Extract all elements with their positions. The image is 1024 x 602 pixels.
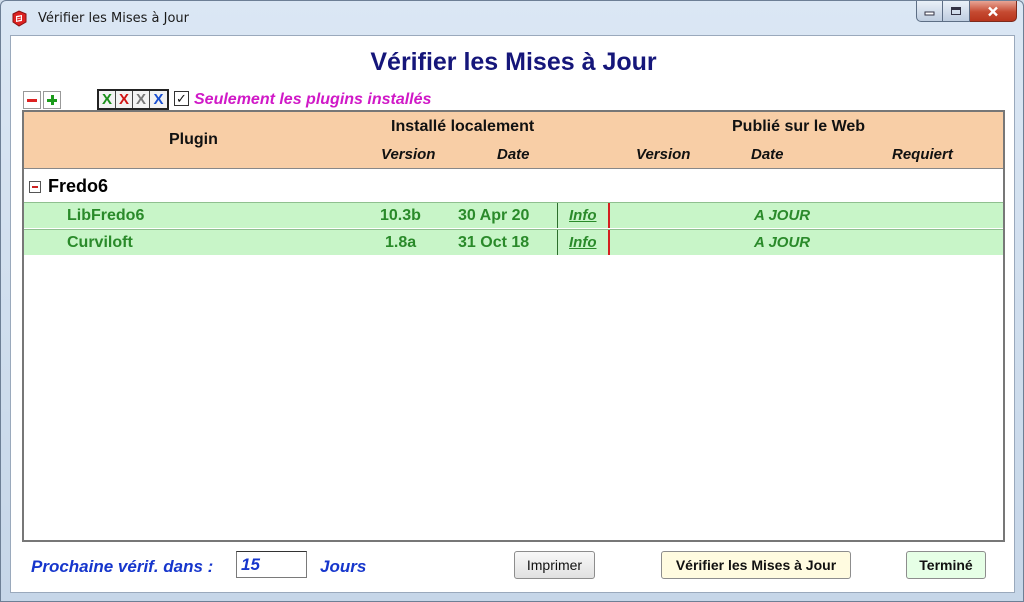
close-button[interactable] bbox=[970, 1, 1017, 22]
update-status: A JOUR bbox=[754, 207, 811, 224]
only-installed-checkbox[interactable]: ✓ bbox=[174, 91, 189, 106]
collapse-all-button[interactable] bbox=[23, 91, 41, 109]
header-web-group: Publié sur le Web bbox=[732, 118, 866, 135]
header-web-date[interactable]: Date bbox=[751, 146, 784, 163]
table-row[interactable]: LibFredo6 10.3b 30 Apr 20 Info A JOUR bbox=[24, 202, 1003, 228]
group-label: Fredo6 bbox=[48, 176, 109, 196]
page-title: Vérifier les Mises à Jour bbox=[370, 48, 657, 76]
filter-gray-button[interactable]: X bbox=[133, 91, 150, 108]
info-link[interactable]: Info bbox=[569, 234, 597, 251]
table-row[interactable]: Curviloft 1.8a 31 Oct 18 Info A JOUR bbox=[24, 229, 1003, 255]
window-title: Vérifier les Mises à Jour bbox=[38, 11, 189, 26]
header-plugin[interactable]: Plugin bbox=[169, 131, 218, 149]
info-cell: Info bbox=[557, 203, 610, 228]
info-cell: Info bbox=[557, 230, 610, 255]
filter-blue-button[interactable]: X bbox=[150, 91, 167, 108]
done-button[interactable]: Terminé bbox=[906, 551, 986, 579]
plugin-name: LibFredo6 bbox=[67, 207, 145, 224]
minimize-icon bbox=[924, 11, 935, 15]
header-local-group: Installé localement bbox=[391, 118, 535, 135]
app-window: Vérifier les Mises à Jour Vérifier les M… bbox=[0, 0, 1024, 602]
expand-all-button[interactable] bbox=[43, 91, 61, 109]
local-date: 31 Oct 18 bbox=[458, 234, 530, 251]
header-local-version[interactable]: Version bbox=[381, 146, 435, 163]
filter-green-button[interactable]: X bbox=[99, 91, 116, 108]
update-status: A JOUR bbox=[754, 234, 811, 251]
group-row-fredo6[interactable]: Fredo6 bbox=[24, 169, 1003, 202]
header-local-date[interactable]: Date bbox=[497, 146, 530, 163]
sketchup-icon bbox=[12, 10, 27, 27]
collapse-group-icon[interactable] bbox=[29, 181, 41, 193]
plugin-table: Plugin Installé localement Publié sur le… bbox=[22, 110, 1005, 542]
local-version: 1.8a bbox=[385, 234, 417, 251]
next-check-label: Prochaine vérif. dans : bbox=[31, 557, 214, 576]
local-version: 10.3b bbox=[380, 207, 421, 224]
plugin-name: Curviloft bbox=[67, 234, 133, 251]
title-bar[interactable]: Vérifier les Mises à Jour bbox=[1, 1, 1023, 35]
header-web-version[interactable]: Version bbox=[636, 146, 690, 163]
maximize-icon bbox=[951, 7, 961, 15]
dialog-client: Vérifier les Mises à Jour X X X X ✓ Seul… bbox=[10, 35, 1015, 593]
days-unit-label: Jours bbox=[320, 557, 367, 576]
only-installed-label[interactable]: Seulement les plugins installés bbox=[194, 91, 431, 109]
maximize-button[interactable] bbox=[943, 1, 970, 22]
days-input[interactable] bbox=[236, 551, 307, 578]
filter-red-button[interactable]: X bbox=[116, 91, 133, 108]
filter-buttons: X X X X bbox=[97, 89, 169, 110]
print-button[interactable]: Imprimer bbox=[514, 551, 595, 579]
check-updates-button[interactable]: Vérifier les Mises à Jour bbox=[661, 551, 851, 579]
minimize-button[interactable] bbox=[916, 1, 943, 22]
window-controls bbox=[916, 1, 1017, 22]
header-web-requires[interactable]: Requiert bbox=[892, 146, 953, 163]
info-link[interactable]: Info bbox=[569, 207, 597, 224]
local-date: 30 Apr 20 bbox=[458, 207, 530, 224]
table-header: Plugin Installé localement Publié sur le… bbox=[24, 112, 1003, 169]
close-icon bbox=[988, 6, 998, 16]
